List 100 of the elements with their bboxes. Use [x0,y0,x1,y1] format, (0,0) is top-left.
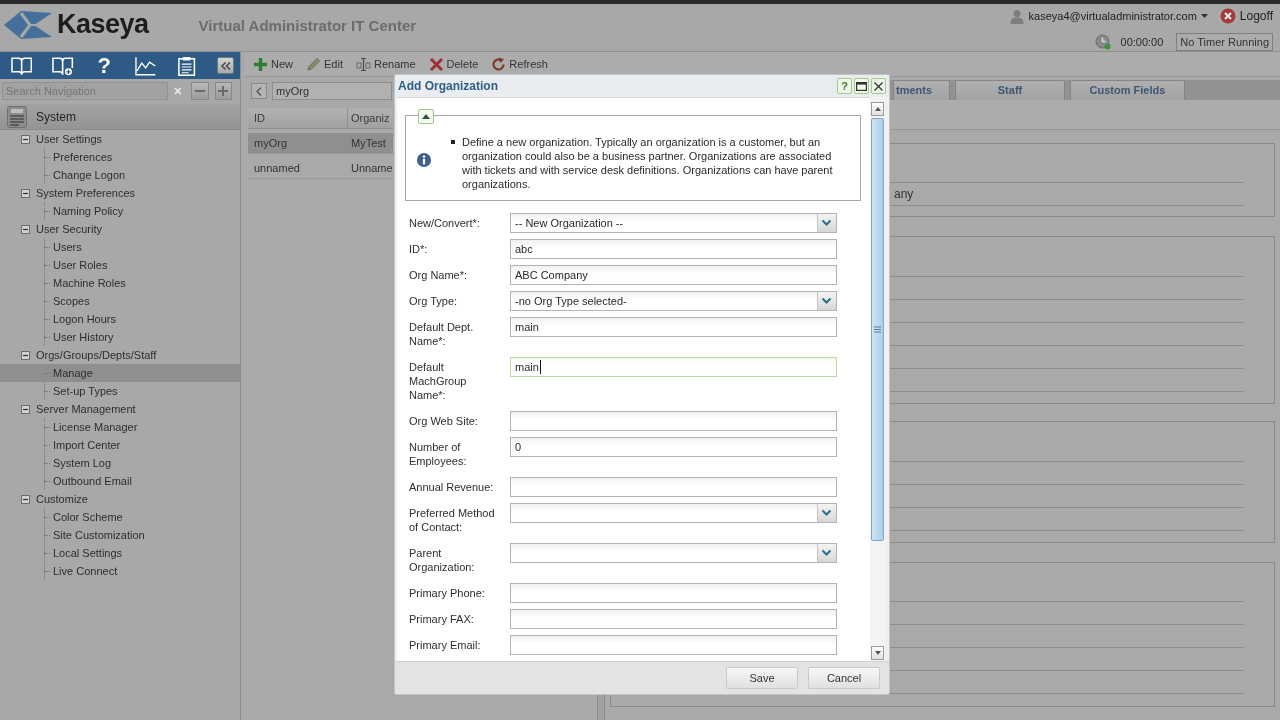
collapse-button[interactable] [418,109,434,124]
rename-button[interactable]: Rename [354,55,418,73]
tree-item[interactable]: Local Settings [0,544,240,562]
close-button[interactable] [871,78,886,94]
collapse-panel-button[interactable] [217,57,234,74]
tree-item[interactable]: Orgs/Groups/Depts/Staff [0,346,240,364]
text-field[interactable] [510,477,837,497]
expand-all-button[interactable] [214,82,232,100]
text-field[interactable]: 0 [510,437,837,457]
dropdown-field[interactable]: -- New Organization -- [510,213,837,233]
text-field[interactable]: abc [510,239,837,259]
tree-item[interactable]: Live Connect [0,562,240,580]
scrollbar-thumb[interactable] [871,118,884,541]
delete-icon [428,56,444,72]
text-field[interactable] [510,635,837,655]
tree-item[interactable]: Manage [0,364,240,382]
text-field[interactable]: main [510,357,837,377]
scroll-down-button[interactable] [871,646,884,660]
tree-item[interactable]: Machine Roles [0,274,240,292]
book-icon[interactable] [11,55,33,76]
text-field[interactable] [510,609,837,629]
table-cell-text: MyTest [350,136,387,151]
dialog-title: Add Organization [398,79,498,93]
collapse-icon[interactable] [21,134,30,144]
chevron-down-icon[interactable] [817,544,836,562]
field-label: Number of Employees: [409,440,468,469]
tree-item[interactable]: User History [0,328,240,346]
dropdown-field[interactable] [510,503,837,523]
close-icon [874,81,883,91]
table-row[interactable]: myOrg MyTest [248,133,393,154]
tree-item[interactable]: User Roles [0,256,240,274]
chevron-left-icon [256,86,262,96]
tab[interactable]: tments [893,80,950,100]
new-button[interactable]: New [251,55,295,73]
column-header[interactable]: ID [248,108,348,128]
maximize-button[interactable] [854,78,869,94]
scroll-up-button[interactable] [871,102,884,116]
back-button[interactable] [251,83,267,99]
tree-item[interactable]: System Log [0,454,240,472]
save-button[interactable]: Save [726,667,798,689]
refresh-button[interactable]: Refresh [489,55,550,73]
tree-item[interactable]: Customize [0,490,240,508]
tree-item[interactable]: User Security [0,220,240,238]
tree-item[interactable]: Users [0,238,240,256]
chevron-down-icon[interactable] [817,292,836,310]
book-plus-icon[interactable] [52,55,74,76]
text-field[interactable]: main [510,317,837,337]
collapse-icon[interactable] [21,224,30,234]
minus-icon [194,90,205,92]
field-label: Primary Email: [409,638,482,653]
tree-item[interactable]: Naming Policy [0,202,240,220]
chevron-down-icon[interactable] [817,504,836,522]
table-cell-text: Unname [350,161,393,176]
help-button[interactable]: ? [93,53,115,78]
logo-icon [3,10,53,40]
tree-item[interactable]: User Settings [0,130,240,148]
filter-field[interactable]: myOrg [272,82,392,100]
collapse-icon[interactable] [21,404,30,414]
logoff-button[interactable]: Logoff [1219,8,1273,24]
user-menu-button[interactable]: kaseya4@virtualadministrator.com [1009,8,1208,24]
clipboard-icon[interactable] [176,55,198,76]
tree-item[interactable]: Change Logon [0,166,240,184]
chevron-down-icon[interactable] [817,214,836,232]
collapse-all-button[interactable] [191,82,209,100]
column-header[interactable]: Organiz [348,108,393,128]
tree-item[interactable]: Site Customization [0,526,240,544]
tree-item[interactable]: Set-up Types [0,382,240,400]
x-circle-icon [1219,8,1236,24]
dropdown-field[interactable]: -no Org Type selected- [510,291,837,311]
tab[interactable]: Staff [955,80,1065,100]
help-button[interactable]: ? [837,78,852,94]
tree-item[interactable]: License Manager [0,418,240,436]
bullet-icon [451,140,455,144]
tree-item[interactable]: Color Scheme [0,508,240,526]
text-field[interactable]: ABC Company [510,265,837,285]
tree-item[interactable]: Preferences [0,148,240,166]
delete-button[interactable]: Delete [426,55,481,73]
dropdown-field[interactable] [510,543,837,563]
text-field[interactable] [510,583,837,603]
collapse-icon[interactable] [21,494,30,504]
cancel-button[interactable]: Cancel [808,667,880,689]
tree-item[interactable]: Scopes [0,292,240,310]
field-label: Annual Revenue: [409,480,495,495]
tree-item[interactable]: Outbound Email [0,472,240,490]
info-icon [417,153,431,167]
edit-button[interactable]: Edit [304,55,345,73]
table-cell-text: unnamed [253,161,301,176]
table-row[interactable]: unnamed Unname [248,158,393,179]
collapse-icon[interactable] [21,350,30,360]
collapse-icon[interactable] [21,188,30,198]
tree-item[interactable]: Server Management [0,400,240,418]
field-label: Default Dept. Name*: [409,320,475,349]
grip-icon [874,326,881,333]
module-title: System [36,109,76,124]
tree-item[interactable]: Logon Hours [0,310,240,328]
text-field[interactable] [510,411,837,431]
tree-item[interactable]: System Preferences [0,184,240,202]
tab[interactable]: Custom Fields [1070,80,1185,100]
line-chart-icon[interactable] [134,55,157,76]
tree-item[interactable]: Import Center [0,436,240,454]
